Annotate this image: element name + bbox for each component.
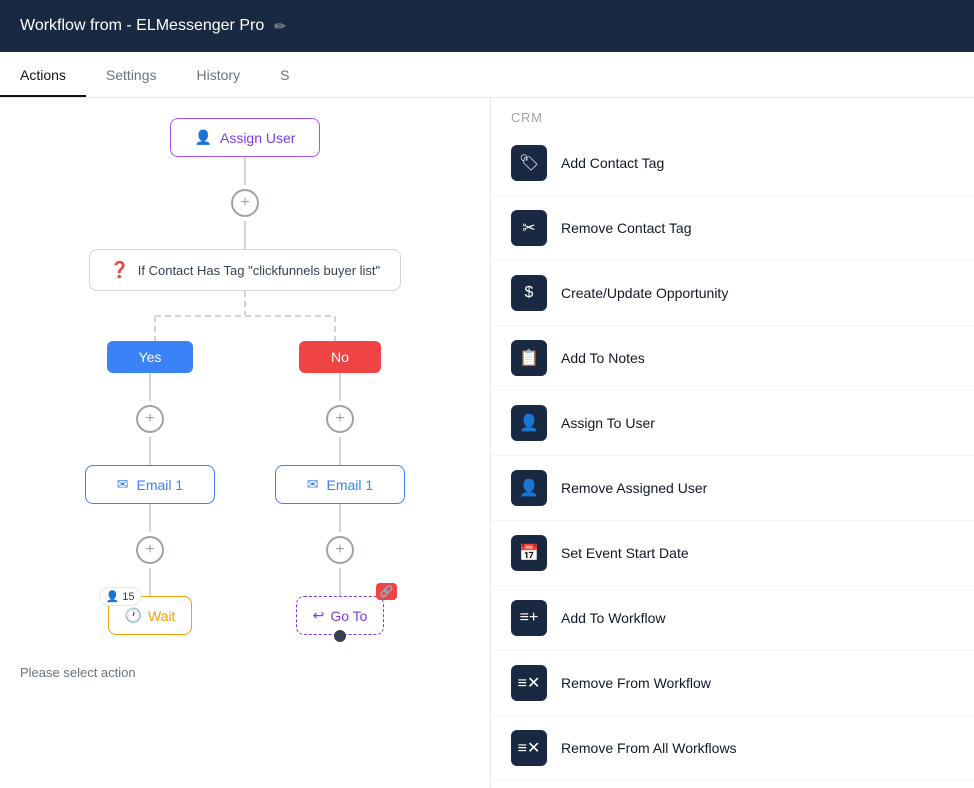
action-item-create-update-opportunity[interactable]: $ Create/Update Opportunity bbox=[491, 261, 974, 326]
wait-icon: 🕐 bbox=[125, 607, 142, 624]
wait-badge-icon: 👤 bbox=[106, 590, 120, 603]
connector-1 bbox=[244, 157, 246, 185]
yes-add-btn-2[interactable]: + bbox=[136, 536, 164, 564]
wait-label: Wait bbox=[148, 608, 175, 624]
no-button[interactable]: No bbox=[299, 341, 381, 373]
no-connector-1 bbox=[339, 373, 341, 401]
action-list: 🏷 Add Contact Tag ✂ Remove Contact Tag $… bbox=[491, 131, 974, 788]
action-label-add-to-workflow: Add To Workflow bbox=[561, 610, 666, 626]
action-item-assign-to-user[interactable]: 👤 Assign To User bbox=[491, 391, 974, 456]
action-item-add-to-notes[interactable]: 📋 Add To Notes bbox=[491, 326, 974, 391]
action-label-set-event-start-date: Set Event Start Date bbox=[561, 545, 689, 561]
action-item-remove-from-workflow[interactable]: ≡✕ Remove From Workflow bbox=[491, 651, 974, 716]
action-label-create-update-opportunity: Create/Update Opportunity bbox=[561, 285, 728, 301]
condition-label: If Contact Has Tag "clickfunnels buyer l… bbox=[138, 263, 380, 278]
goto-label: Go To bbox=[330, 608, 367, 624]
action-item-remove-assigned-user[interactable]: 👤 Remove Assigned User bbox=[491, 456, 974, 521]
no-connector-3 bbox=[339, 504, 341, 532]
yes-email-label: Email 1 bbox=[137, 477, 184, 493]
action-label-remove-contact-tag: Remove Contact Tag bbox=[561, 220, 691, 236]
yes-connector-2 bbox=[149, 437, 151, 465]
yes-connector-1 bbox=[149, 373, 151, 401]
yes-connector-3 bbox=[149, 504, 151, 532]
action-label-remove-assigned-user: Remove Assigned User bbox=[561, 480, 707, 496]
no-add-btn-2[interactable]: + bbox=[326, 536, 354, 564]
wait-badge: 👤 15 bbox=[99, 587, 142, 606]
action-icon-set-event-start-date: 📅 bbox=[511, 535, 547, 571]
assign-user-box[interactable]: 👤 Assign User bbox=[170, 118, 321, 157]
tab-s[interactable]: S bbox=[260, 55, 309, 97]
action-icon-add-to-notes: 📋 bbox=[511, 340, 547, 376]
add-btn-1[interactable]: + bbox=[231, 189, 259, 217]
action-item-remove-opportunity[interactable]: ✕ Remove Opportunity bbox=[491, 781, 974, 788]
action-icon-remove-from-workflow: ≡✕ bbox=[511, 665, 547, 701]
action-label-add-contact-tag: Add Contact Tag bbox=[561, 155, 664, 171]
link-icon: 🔗 bbox=[376, 583, 398, 600]
right-panel: CRM 🏷 Add Contact Tag ✂ Remove Contact T… bbox=[490, 98, 974, 788]
goto-box[interactable]: ↩ Go To 🔗 bbox=[296, 596, 385, 635]
please-select-text: Please select action bbox=[0, 665, 490, 680]
action-icon-create-update-opportunity: $ bbox=[511, 275, 547, 311]
yes-connector-4 bbox=[149, 568, 151, 596]
action-icon-assign-to-user: 👤 bbox=[511, 405, 547, 441]
tab-history[interactable]: History bbox=[177, 55, 261, 97]
workflow-panel: 👤 Assign User + ❓ If Contact Has Tag "cl… bbox=[0, 98, 490, 788]
action-item-add-to-workflow[interactable]: ≡+ Add To Workflow bbox=[491, 586, 974, 651]
help-icon: ❓ bbox=[110, 260, 130, 280]
no-email-icon: ✉ bbox=[307, 476, 319, 493]
no-email-label: Email 1 bbox=[327, 477, 374, 493]
action-label-remove-from-workflow: Remove From Workflow bbox=[561, 675, 711, 691]
main-content: 👤 Assign User + ❓ If Contact Has Tag "cl… bbox=[0, 98, 974, 788]
action-icon-add-contact-tag: 🏷 bbox=[511, 145, 547, 181]
action-item-remove-from-all-workflows[interactable]: ≡✕ Remove From All Workflows bbox=[491, 716, 974, 781]
assign-user-node: 👤 Assign User + bbox=[0, 118, 490, 249]
header-title: Workflow from - ELMessenger Pro bbox=[20, 17, 264, 35]
yes-branch: Yes + ✉ Email 1 + 👤 15 🕐 Wait bbox=[85, 341, 215, 635]
yes-email-box[interactable]: ✉ Email 1 bbox=[85, 465, 215, 504]
wait-badge-count: 15 bbox=[122, 591, 134, 603]
action-label-add-to-notes: Add To Notes bbox=[561, 350, 645, 366]
tab-settings[interactable]: Settings bbox=[86, 55, 177, 97]
no-connector-4 bbox=[339, 568, 341, 596]
branches: Yes + ✉ Email 1 + 👤 15 🕐 Wait bbox=[85, 341, 405, 635]
no-email-box[interactable]: ✉ Email 1 bbox=[275, 465, 405, 504]
action-label-assign-to-user: Assign To User bbox=[561, 415, 655, 431]
action-label-remove-from-all-workflows: Remove From All Workflows bbox=[561, 740, 737, 756]
goto-icon: ↩ bbox=[313, 607, 325, 624]
goto-dot bbox=[334, 630, 346, 642]
action-item-remove-contact-tag[interactable]: ✂ Remove Contact Tag bbox=[491, 196, 974, 261]
wait-box[interactable]: 👤 15 🕐 Wait bbox=[108, 596, 193, 635]
action-item-add-contact-tag[interactable]: 🏷 Add Contact Tag bbox=[491, 131, 974, 196]
header: Workflow from - ELMessenger Pro ✏ bbox=[0, 0, 974, 52]
yes-button[interactable]: Yes bbox=[107, 341, 194, 373]
no-branch: No + ✉ Email 1 + ↩ Go To 🔗 bbox=[275, 341, 405, 635]
assign-user-label: Assign User bbox=[220, 130, 295, 146]
action-item-set-event-start-date[interactable]: 📅 Set Event Start Date bbox=[491, 521, 974, 586]
action-icon-remove-contact-tag: ✂ bbox=[511, 210, 547, 246]
tabs-bar: Actions Settings History S bbox=[0, 52, 974, 98]
edit-icon[interactable]: ✏ bbox=[274, 18, 286, 35]
connector-2 bbox=[244, 221, 246, 249]
yes-email-icon: ✉ bbox=[117, 476, 129, 493]
no-connector-2 bbox=[339, 437, 341, 465]
yes-add-btn[interactable]: + bbox=[136, 405, 164, 433]
assign-user-icon: 👤 bbox=[195, 129, 212, 146]
action-icon-add-to-workflow: ≡+ bbox=[511, 600, 547, 636]
condition-node: ❓ If Contact Has Tag "clickfunnels buyer… bbox=[0, 249, 490, 291]
branch-lines-svg bbox=[75, 291, 415, 341]
no-add-btn[interactable]: + bbox=[326, 405, 354, 433]
action-icon-remove-from-all-workflows: ≡✕ bbox=[511, 730, 547, 766]
panel-section-title: CRM bbox=[491, 98, 974, 131]
action-icon-remove-assigned-user: 👤 bbox=[511, 470, 547, 506]
condition-box[interactable]: ❓ If Contact Has Tag "clickfunnels buyer… bbox=[89, 249, 401, 291]
tab-actions[interactable]: Actions bbox=[0, 55, 86, 97]
